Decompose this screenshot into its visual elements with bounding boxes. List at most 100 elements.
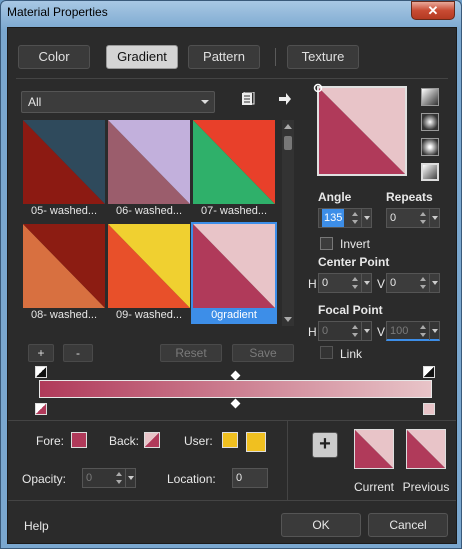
transparency-stop-start-icon[interactable]	[35, 366, 47, 378]
current-label: Current	[353, 480, 394, 494]
repeats-value: 0	[390, 212, 397, 224]
invert-checkbox[interactable]	[320, 237, 333, 250]
angle-spinbox[interactable]: 135	[318, 208, 372, 228]
tab-color[interactable]: Color	[18, 45, 90, 69]
gradient-editor-bar[interactable]	[39, 380, 432, 398]
transparency-stop-end-icon[interactable]	[423, 366, 435, 378]
gradient-swatch-caption: 06- washed...	[115, 205, 183, 217]
fore-color-swatch[interactable]	[71, 432, 87, 448]
library-filter-value: All	[28, 95, 42, 109]
add-gradient-button[interactable]: +	[28, 344, 54, 362]
gradient-thumbnail	[108, 120, 190, 204]
sunburst-style-button[interactable]	[421, 163, 439, 181]
arrow-right-icon[interactable]	[278, 92, 292, 106]
previous-gradient-preview[interactable]	[406, 429, 446, 469]
center-point-handle-icon[interactable]	[313, 83, 323, 93]
gradient-swatch[interactable]: 06- washed...	[108, 120, 190, 218]
chevron-down-icon[interactable]	[361, 322, 371, 340]
user-color-swatch[interactable]	[222, 432, 238, 448]
fore-label: Fore:	[36, 434, 65, 448]
material-properties-window: Material Properties ✕ Color Gradient Pat…	[0, 0, 462, 549]
invert-label: Invert	[340, 237, 371, 251]
color-stop-end-icon[interactable]	[423, 403, 435, 415]
chevron-down-icon[interactable]	[125, 469, 135, 487]
focal-h-spinbox[interactable]: 0	[318, 321, 372, 341]
center-h-spinbox[interactable]: 0	[318, 273, 372, 293]
save-button[interactable]: Save	[232, 344, 294, 362]
spin-arrows-icon[interactable]	[420, 323, 428, 339]
angle-value: 135	[322, 209, 345, 227]
spin-arrows-icon[interactable]	[420, 275, 428, 291]
gradient-swatch-caption: 09- washed...	[115, 309, 183, 321]
ok-button[interactable]: OK	[281, 513, 361, 537]
title-bar: Material Properties ✕	[1, 1, 461, 27]
library-filter-select[interactable]: All	[21, 91, 215, 113]
spin-arrows-icon[interactable]	[352, 210, 360, 226]
tab-bar: Color Gradient Pattern Texture	[16, 45, 446, 69]
center-h-value: 0	[322, 277, 329, 289]
focal-v-spinbox[interactable]: 100	[386, 321, 440, 341]
remove-gradient-button[interactable]: -	[63, 344, 93, 362]
gradient-swatch[interactable]: 08- washed...	[23, 224, 105, 322]
footer-divider	[8, 500, 456, 501]
resource-manager-icon[interactable]	[241, 92, 255, 106]
window-title: Material Properties	[7, 5, 108, 19]
center-point-label: Center Point	[318, 255, 390, 269]
focal-h-value: 0	[322, 325, 329, 337]
chevron-down-icon	[201, 100, 209, 104]
tab-separator	[275, 48, 276, 66]
gradient-library-grid: 05- washed... 06- washed... 07- washed..…	[23, 120, 279, 326]
scroll-up-icon[interactable]	[284, 124, 292, 129]
spin-arrows-icon[interactable]	[352, 275, 360, 291]
spin-arrows-icon[interactable]	[420, 210, 428, 226]
close-button[interactable]: ✕	[411, 1, 455, 20]
cancel-button[interactable]: Cancel	[368, 513, 448, 537]
focal-point-label: Focal Point	[318, 303, 383, 317]
tab-pattern[interactable]: Pattern	[188, 45, 260, 69]
gradient-preview[interactable]	[317, 86, 407, 176]
link-label: Link	[340, 347, 363, 361]
chevron-down-icon[interactable]	[429, 322, 439, 340]
gradient-swatch-selected[interactable]: 0gradient	[191, 222, 277, 324]
focal-v-value: 100	[390, 325, 409, 337]
scroll-thumb[interactable]	[284, 136, 292, 150]
gradient-thumbnail	[23, 120, 105, 204]
chevron-down-icon[interactable]	[361, 274, 371, 292]
chevron-down-icon[interactable]	[429, 209, 439, 227]
spin-arrows-icon[interactable]	[116, 470, 124, 486]
reset-button[interactable]: Reset	[160, 344, 222, 362]
gradient-swatch[interactable]: 09- washed...	[108, 224, 190, 322]
link-checkbox[interactable]	[320, 346, 333, 359]
repeats-spinbox[interactable]: 0	[386, 208, 440, 228]
dialog-client-area: Color Gradient Pattern Texture All 05- w…	[7, 27, 457, 544]
radial-style-button[interactable]	[421, 138, 439, 156]
chevron-down-icon[interactable]	[361, 209, 371, 227]
gradient-thumbnail	[23, 224, 105, 308]
angle-label: Angle	[318, 190, 352, 204]
spin-arrows-icon[interactable]	[352, 323, 360, 339]
center-v-label: V	[377, 277, 386, 291]
center-v-spinbox[interactable]: 0	[386, 273, 440, 293]
color-stop-start-icon[interactable]	[35, 403, 47, 415]
rectangular-style-button[interactable]	[421, 113, 439, 131]
chevron-down-icon[interactable]	[429, 274, 439, 292]
gradient-swatch[interactable]: 07- washed...	[193, 120, 275, 218]
user-color-picker[interactable]	[246, 432, 266, 452]
tab-texture[interactable]: Texture	[287, 45, 359, 69]
tab-gradient[interactable]: Gradient	[106, 45, 178, 69]
opacity-value: 0	[86, 472, 93, 484]
vertical-divider	[287, 420, 288, 500]
current-gradient-preview[interactable]	[354, 429, 394, 469]
back-color-swatch[interactable]	[144, 432, 160, 448]
focal-h-label: H	[308, 325, 317, 339]
library-scrollbar[interactable]	[282, 120, 294, 326]
scroll-down-icon[interactable]	[284, 317, 292, 322]
help-link[interactable]: Help	[24, 519, 49, 533]
location-label: Location:	[167, 472, 216, 486]
linear-style-button[interactable]	[421, 88, 439, 106]
add-to-swatches-button[interactable]: +	[312, 432, 338, 458]
gradient-swatch[interactable]: 05- washed...	[23, 120, 105, 218]
location-value: 0	[236, 472, 243, 484]
location-input[interactable]: 0	[232, 468, 268, 488]
opacity-spinbox[interactable]: 0	[82, 468, 136, 488]
